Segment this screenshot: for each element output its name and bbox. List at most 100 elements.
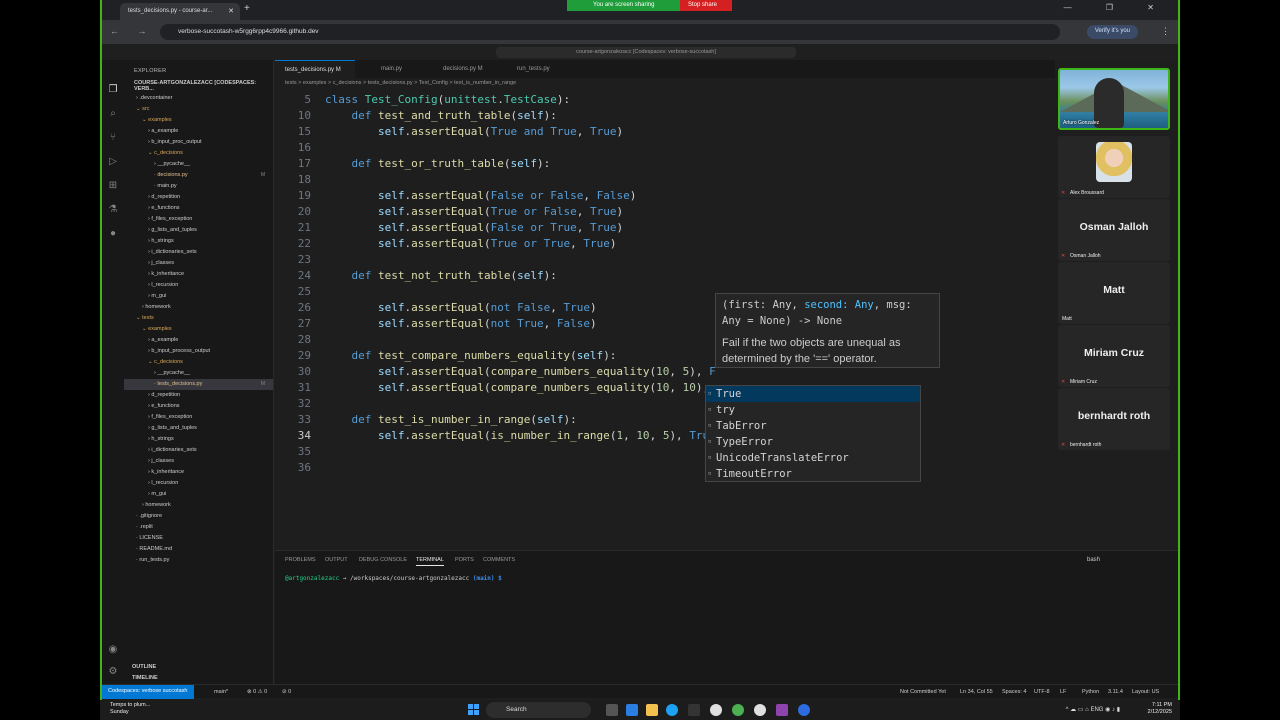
tree-folder[interactable]: › i_dictionaries_sets	[124, 247, 273, 258]
tree-folder[interactable]: › m_gui	[124, 291, 273, 302]
store-icon[interactable]	[688, 704, 700, 716]
zoom-icon[interactable]	[798, 704, 810, 716]
extensions-icon[interactable]: ⊞	[107, 180, 119, 192]
tree-folder[interactable]: › g_lists_and_tuples	[124, 423, 273, 434]
problems-status[interactable]: ⊗ 0 ⚠ 0	[247, 689, 267, 695]
suggestion-item[interactable]: ▫ TypeError	[706, 434, 920, 450]
tree-folder[interactable]: › j_classes	[124, 456, 273, 467]
tree-file[interactable]: · .replit	[124, 522, 273, 533]
terminal-prompt[interactable]: @artgonzalezacc → /workspaces/course-art…	[285, 575, 502, 582]
tree-file[interactable]: · decisions.py M	[124, 170, 273, 181]
settings-gear-icon[interactable]: ⚙	[107, 666, 119, 678]
tree-folder[interactable]: › f_files_exception	[124, 412, 273, 423]
keyboard-layout[interactable]: Layout: US	[1132, 689, 1159, 695]
tree-folder[interactable]: › h_strings	[124, 236, 273, 247]
tab-problems[interactable]: PROBLEMS	[285, 557, 316, 563]
tree-file[interactable]: · README.md	[124, 544, 273, 555]
source-control-icon[interactable]: ⑂	[107, 132, 119, 144]
explorer-icon[interactable]: ❐	[107, 84, 119, 96]
command-center[interactable]: course-artgonzalezacc [Codespaces: verbo…	[496, 47, 796, 58]
participant-tile[interactable]: Miriam Cruz ✕ Miriam Cruz	[1058, 325, 1170, 387]
tree-folder[interactable]: › homework	[124, 302, 273, 313]
tree-folder[interactable]: › .devcontainer	[124, 93, 273, 104]
tree-folder[interactable]: ⌄ c_decisions	[124, 357, 273, 368]
tree-folder[interactable]: › g_lists_and_tuples	[124, 225, 273, 236]
remote-indicator[interactable]: Codespaces: verbose succotash	[102, 685, 194, 699]
tree-folder[interactable]: ⌄ examples	[124, 115, 273, 126]
tree-folder[interactable]: ⌄ src	[124, 104, 273, 115]
participant-tile[interactable]: bernhardt roth ✕ bernhardt roth	[1058, 388, 1170, 450]
run-debug-icon[interactable]: ▷	[107, 156, 119, 168]
workspace-root[interactable]: COURSE-ARTGONZALEZACC [CODESPACES: VERB.…	[124, 78, 273, 93]
timeline-section[interactable]: TIMELINE	[124, 675, 273, 681]
participant-tile[interactable]: Osman Jalloh ✕ Osman Jalloh	[1058, 199, 1170, 261]
participant-tile[interactable]: ✕ Alex Broussard	[1058, 136, 1170, 198]
clock[interactable]: 7:11 PM 2/12/2025	[1148, 702, 1172, 716]
participant-video[interactable]: Arturo Gonzalez	[1058, 68, 1170, 130]
suggestion-item[interactable]: ▫ TabError	[706, 418, 920, 434]
search-icon[interactable]: ⌕	[107, 108, 119, 120]
tab-terminal[interactable]: TERMINAL	[416, 557, 444, 566]
tree-folder[interactable]: › b_input_proc_output	[124, 137, 273, 148]
tree-file[interactable]: · run_tests.py	[124, 555, 273, 566]
python-version[interactable]: 3.11.4	[1108, 689, 1123, 695]
tab-ports[interactable]: PORTS	[455, 557, 474, 563]
tree-folder[interactable]: › a_example	[124, 335, 273, 346]
tab-decisions[interactable]: decisions.py M	[433, 60, 503, 78]
tree-folder[interactable]: ⌄ tests	[124, 313, 273, 324]
weather-widget[interactable]: Temps to plum... Sunday	[110, 702, 150, 716]
cursor-position[interactable]: Ln 34, Col 55	[960, 689, 993, 695]
branch-status[interactable]: main*	[214, 689, 228, 695]
stop-share-button[interactable]: Stop share	[680, 0, 732, 11]
tree-folder[interactable]: › e_functions	[124, 203, 273, 214]
language-status[interactable]: Python	[1082, 689, 1099, 695]
terminal-shell-selector[interactable]: bash	[1087, 557, 1100, 563]
eol-status[interactable]: LF	[1060, 689, 1066, 695]
tree-file[interactable]: · tests_decisions.py M	[124, 379, 273, 390]
address-bar[interactable]: verbose-succotash-w5rgg6rpp4c9966.github…	[160, 24, 1060, 40]
tree-folder[interactable]: › l_recursion	[124, 280, 273, 291]
copilot-icon[interactable]	[626, 704, 638, 716]
tree-folder[interactable]: › f_files_exception	[124, 214, 273, 225]
edge-icon[interactable]	[666, 704, 678, 716]
suggestion-item[interactable]: ▫ UnicodeTranslateError	[706, 450, 920, 466]
indentation-status[interactable]: Spaces: 4	[1002, 689, 1026, 695]
tree-folder[interactable]: › k_inheritance	[124, 467, 273, 478]
outline-section[interactable]: OUTLINE	[124, 664, 273, 670]
tree-folder[interactable]: › b_input_process_output	[124, 346, 273, 357]
tree-folder[interactable]: › e_functions	[124, 401, 273, 412]
file-explorer-icon[interactable]	[646, 704, 658, 716]
breadcrumb[interactable]: tests > examples > c_decisions > tests_d…	[285, 80, 516, 86]
window-controls[interactable]: — ❐ ✕	[1064, 3, 1170, 12]
tab-main[interactable]: main.py	[371, 60, 421, 78]
verify-profile-button[interactable]: Verify it's you	[1086, 25, 1138, 39]
tree-folder[interactable]: › __pycache__	[124, 159, 273, 170]
tree-folder[interactable]: › h_strings	[124, 434, 273, 445]
browser-tab[interactable]: tests_decisions.py - course-ar... ✕	[120, 3, 240, 20]
account-icon[interactable]: ◉	[107, 644, 119, 656]
tab-run-tests[interactable]: run_tests.py	[507, 60, 567, 78]
tree-folder[interactable]: › i_dictionaries_sets	[124, 445, 273, 456]
chrome-profile-icon[interactable]	[732, 704, 744, 716]
testing-icon[interactable]: ⚗	[107, 204, 119, 216]
tree-file[interactable]: · LICENSE	[124, 533, 273, 544]
tree-folder[interactable]: › homework	[124, 500, 273, 511]
tab-output[interactable]: OUTPUT	[325, 557, 348, 563]
suggestion-item[interactable]: ▫ True	[706, 386, 920, 402]
commit-status[interactable]: Not Committed Yet	[900, 689, 946, 695]
app-icon[interactable]	[776, 704, 788, 716]
tree-file[interactable]: · main.py	[124, 181, 273, 192]
encoding-status[interactable]: UTF-8	[1034, 689, 1050, 695]
close-tab-icon[interactable]: ✕	[228, 7, 234, 15]
tab-debug-console[interactable]: DEBUG CONSOLE	[359, 557, 407, 563]
tree-folder[interactable]: › l_recursion	[124, 478, 273, 489]
windows-start-icon[interactable]	[468, 704, 479, 715]
tree-folder[interactable]: › d_repetition	[124, 390, 273, 401]
tree-folder[interactable]: › k_inheritance	[124, 269, 273, 280]
tree-folder[interactable]: ⌄ c_decisions	[124, 148, 273, 159]
chrome-icon[interactable]	[710, 704, 722, 716]
suggestion-item[interactable]: ▫ try	[706, 402, 920, 418]
new-tab-button[interactable]: +	[244, 3, 250, 14]
tab-comments[interactable]: COMMENTS	[483, 557, 515, 563]
tree-folder[interactable]: ⌄ examples	[124, 324, 273, 335]
